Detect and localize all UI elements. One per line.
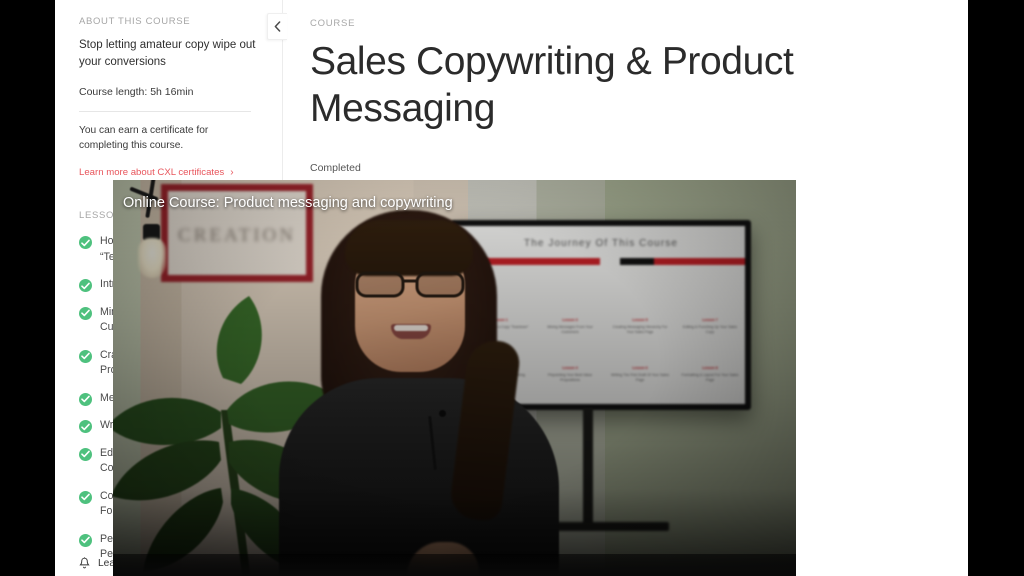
sidebar-divider [79, 111, 251, 112]
course-header: COURSE Sales Copywriting & Product Messa… [284, 0, 968, 174]
course-video-player[interactable]: CREATION [113, 180, 796, 576]
video-overlay-title: Online Course: Product messaging and cop… [123, 195, 453, 211]
video-vignette [113, 180, 796, 576]
check-circle-icon [79, 533, 92, 547]
course-page: ABOUT THIS COURSE Stop letting amateur c… [55, 0, 968, 576]
page-title: Sales Copywriting & Product Messaging [310, 40, 794, 130]
video-bottom-band [113, 554, 796, 576]
certificate-link-label: Learn more about CXL certificates [79, 167, 225, 178]
check-circle-icon [79, 447, 92, 461]
chevron-right-icon: › [230, 166, 234, 178]
bell-icon [79, 557, 90, 569]
course-tagline: Stop letting amateur copy wipe out your … [79, 39, 256, 68]
chevron-left-icon [274, 21, 281, 32]
certificate-link[interactable]: Learn more about CXL certificates › [79, 167, 234, 178]
check-circle-icon [79, 279, 92, 292]
course-length: Course length: 5h 16min [79, 86, 194, 98]
status-badge: Completed [310, 162, 361, 174]
check-circle-icon [79, 392, 92, 406]
check-circle-icon [79, 349, 92, 363]
certificate-text: You can earn a certificate for completin… [79, 125, 209, 151]
check-circle-icon [79, 420, 92, 433]
about-section-label: ABOUT THIS COURSE [79, 16, 191, 27]
breadcrumb-kicker: COURSE [310, 18, 356, 29]
check-circle-icon [79, 490, 92, 504]
sidebar-collapse-button[interactable] [267, 13, 287, 40]
check-circle-icon [79, 236, 92, 249]
check-circle-icon [79, 306, 92, 320]
screen: ABOUT THIS COURSE Stop letting amateur c… [0, 0, 1024, 576]
